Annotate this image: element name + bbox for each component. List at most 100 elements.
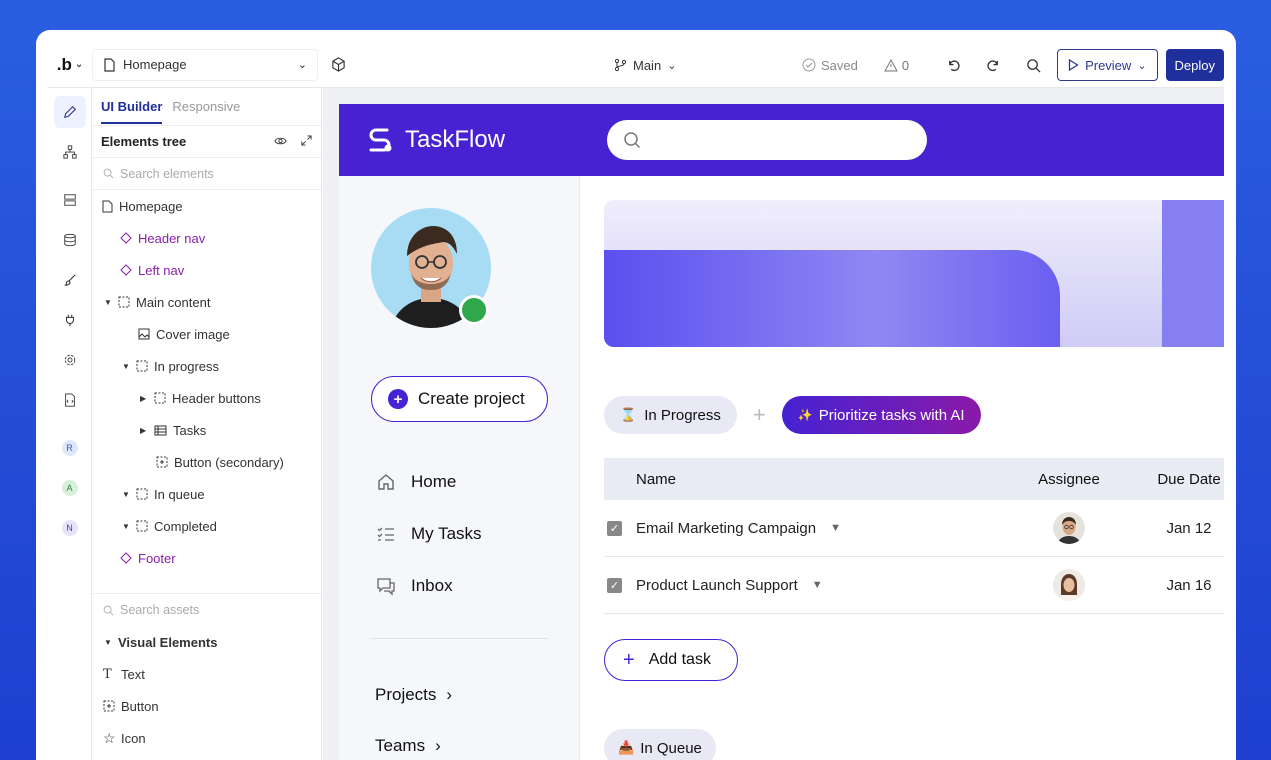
container-icon [136, 360, 148, 372]
asset-text[interactable]: T Text [92, 658, 321, 690]
column-header-name[interactable]: Name [604, 471, 1004, 488]
page-selector[interactable]: Homepage ⌄ [92, 48, 318, 81]
code-file-icon[interactable] [54, 384, 86, 416]
caret-down-icon[interactable]: ▼ [122, 362, 130, 371]
add-icon[interactable]: + [753, 402, 766, 428]
deploy-button[interactable]: Deploy [1165, 49, 1224, 81]
taskflow-logo-icon [369, 128, 392, 152]
app-logo-menu[interactable]: .b ⌄ [48, 55, 92, 75]
sitemap-icon[interactable] [54, 136, 86, 168]
image-icon [138, 328, 150, 340]
pencil-icon[interactable] [53, 96, 86, 128]
tree-item-header-nav[interactable]: Header nav [92, 222, 321, 254]
database-icon[interactable] [54, 224, 86, 256]
page-selector-label: Homepage [123, 57, 187, 72]
logo-text: .b [56, 54, 72, 74]
tab-responsive[interactable]: Responsive [172, 99, 240, 114]
branch-selector[interactable]: Main ⌄ [614, 42, 676, 88]
design-canvas[interactable]: TaskFlow + Create project Home My Tasks … [323, 88, 1224, 760]
elements-panel: UI Builder Responsive Elements tree Sear… [92, 88, 322, 760]
assignee-cell [1004, 569, 1134, 601]
caret-down-icon[interactable]: ▼ [122, 490, 130, 499]
plug-icon[interactable] [54, 304, 86, 336]
add-task-button[interactable]: + Add task [604, 639, 738, 681]
tree-item-header-buttons[interactable]: ▶ Header buttons [92, 382, 321, 414]
column-header-due-date[interactable]: Due Date [1134, 471, 1224, 488]
plus-circle-icon: + [388, 389, 408, 409]
cover-image[interactable] [604, 200, 1224, 347]
assignee-avatar[interactable] [1053, 569, 1085, 601]
collaborator-avatar[interactable]: A [61, 480, 78, 496]
nav-item-home[interactable]: Home [375, 472, 456, 492]
undo-icon[interactable] [933, 58, 973, 73]
in-progress-chip[interactable]: ⌛ In Progress [604, 396, 737, 434]
search-icon[interactable] [1013, 58, 1053, 73]
nav-item-inbox[interactable]: Inbox [375, 576, 453, 596]
prioritize-ai-button[interactable]: ✨ Prioritize tasks with AI [781, 396, 981, 434]
search-icon [624, 132, 641, 149]
search-elements-input[interactable]: Search elements [92, 158, 321, 190]
expand-icon[interactable] [301, 134, 312, 149]
app-left-nav: + Create project Home My Tasks Inbox Pro… [339, 176, 580, 760]
server-icon[interactable] [54, 184, 86, 216]
gear-icon[interactable] [54, 344, 86, 376]
due-date-cell: Jan 12 [1166, 519, 1212, 537]
asset-button[interactable]: Button [92, 690, 321, 722]
eye-icon[interactable] [274, 134, 287, 149]
caret-down-icon[interactable]: ▼ [104, 298, 112, 307]
tree-item-button-secondary[interactable]: Button (secondary) [92, 446, 321, 478]
component-diamond-icon [120, 232, 132, 244]
caret-down-icon[interactable]: ▼ [122, 522, 130, 531]
asset-icon[interactable]: ☆ Icon [92, 722, 321, 754]
tree-item-main-content[interactable]: ▼ Main content [92, 286, 321, 318]
tab-ui-builder[interactable]: UI Builder [101, 99, 163, 124]
tree-item-in-progress[interactable]: ▼ In progress [92, 350, 321, 382]
collaborator-avatar[interactable]: R [61, 440, 78, 456]
caret-right-icon[interactable]: ▶ [140, 426, 148, 435]
checkbox-checked[interactable]: ✓ [607, 577, 622, 593]
checkbox-checked[interactable]: ✓ [607, 520, 622, 536]
nav-item-my-tasks[interactable]: My Tasks [375, 524, 482, 544]
nav-link-projects[interactable]: Projects › [375, 685, 452, 705]
tree-item-footer[interactable]: Footer [92, 542, 321, 574]
panel-tabs: UI Builder Responsive [92, 88, 321, 126]
collaborator-avatar[interactable]: N [61, 520, 78, 536]
assets-section: Search assets ▼ Visual Elements T Text B… [92, 593, 321, 754]
table-row[interactable]: ✓ Email Marketing Campaign ▼ Jan 12 [604, 500, 1224, 557]
assignee-avatar[interactable] [1053, 512, 1085, 544]
in-queue-chip[interactable]: 📥 In Queue [604, 729, 716, 760]
visual-elements-header[interactable]: ▼ Visual Elements [92, 626, 321, 658]
star-icon: ☆ [103, 729, 116, 746]
create-project-button[interactable]: + Create project [371, 376, 548, 422]
branch-label: Main [633, 57, 662, 73]
warnings-indicator[interactable]: 0 [883, 58, 909, 73]
tree-item-left-nav[interactable]: Left nav [92, 254, 321, 286]
tree-item-tasks[interactable]: ▶ Tasks [92, 414, 321, 446]
plus-icon: + [623, 648, 635, 671]
elements-tree-header: Elements tree [92, 126, 321, 158]
tree-item-homepage[interactable]: Homepage [92, 190, 321, 222]
column-header-assignee[interactable]: Assignee [1004, 471, 1134, 488]
table-icon [154, 425, 167, 435]
nav-link-teams[interactable]: Teams › [375, 736, 441, 756]
taskflow-logo[interactable]: TaskFlow [367, 126, 607, 154]
tree-item-in-queue[interactable]: ▼ In queue [92, 478, 321, 510]
redo-icon[interactable] [973, 58, 1013, 73]
caret-right-icon[interactable]: ▶ [140, 394, 148, 403]
caret-down-icon[interactable]: ▼ [812, 579, 823, 591]
components-cube-icon[interactable] [318, 57, 358, 72]
app-search-input[interactable] [607, 120, 927, 160]
caret-down-icon[interactable]: ▼ [830, 522, 841, 534]
tree-item-cover-image[interactable]: Cover image [92, 318, 321, 350]
brush-icon[interactable] [54, 264, 86, 296]
tree-item-completed[interactable]: ▼ Completed [92, 510, 321, 542]
side-divider [371, 638, 548, 639]
preview-button[interactable]: Preview ⌄ [1057, 49, 1158, 81]
chevron-down-icon: ⌄ [1137, 59, 1147, 72]
help-icon[interactable]: ? [54, 754, 86, 760]
caret-down-icon[interactable]: ▼ [104, 638, 112, 647]
chevron-right-icon: › [435, 736, 441, 755]
saved-label: Saved [820, 57, 858, 73]
table-row[interactable]: ✓ Product Launch Support ▼ Jan 16 [604, 557, 1224, 614]
search-assets-input[interactable]: Search assets [92, 594, 321, 626]
